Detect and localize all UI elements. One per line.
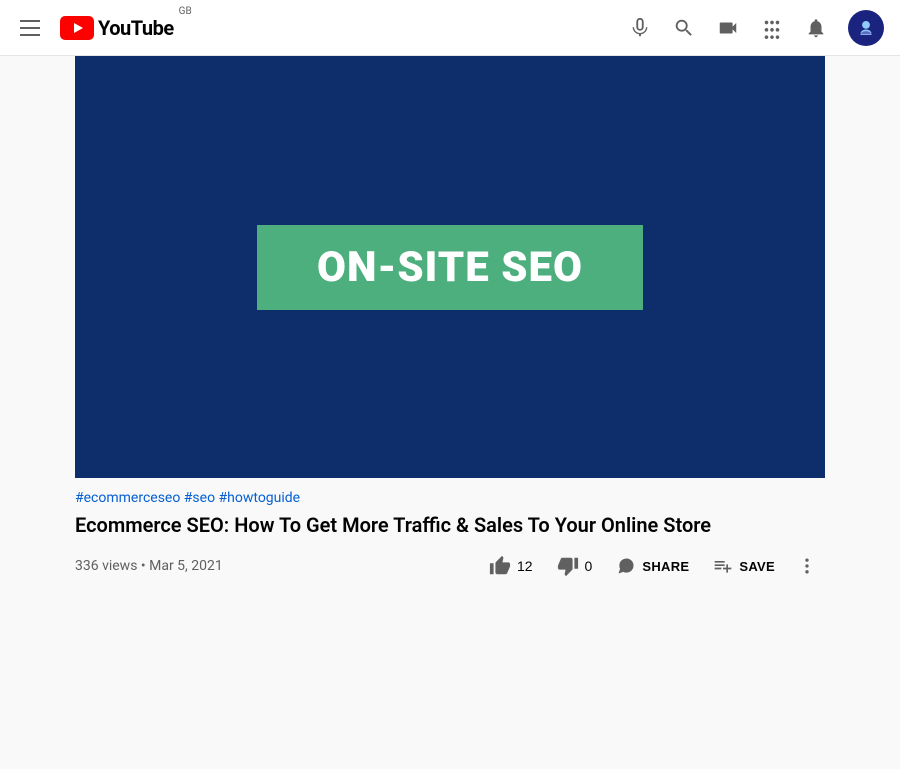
user-avatar[interactable] [848, 10, 884, 46]
save-label: SAVE [739, 559, 775, 574]
microphone-icon[interactable] [628, 16, 652, 40]
like-button[interactable]: 12 [479, 549, 543, 583]
share-label: SHARE [642, 559, 689, 574]
country-badge: GB [179, 6, 192, 17]
video-player[interactable]: ON-SITE SEO [75, 56, 825, 478]
dislike-button[interactable]: 0 [547, 549, 603, 583]
main-content: ON-SITE SEO #ecommerceseo #seo #howtogui… [0, 56, 900, 584]
header: YouTube GB [0, 0, 900, 56]
more-options-button[interactable] [789, 548, 825, 584]
video-banner-text: ON-SITE SEO [317, 243, 583, 292]
video-title: Ecommerce SEO: How To Get More Traffic &… [75, 512, 825, 538]
video-tags[interactable]: #ecommerceseo #seo #howtoguide [75, 490, 825, 506]
like-count: 12 [517, 558, 533, 574]
video-stats: 336 views • Mar 5, 2021 [75, 558, 223, 574]
save-button[interactable]: SAVE [703, 550, 785, 582]
youtube-logo-icon [60, 16, 94, 40]
video-meta-row: 336 views • Mar 5, 2021 12 0 [75, 548, 825, 584]
hamburger-menu-button[interactable] [16, 16, 44, 40]
create-video-icon[interactable] [716, 16, 740, 40]
header-left: YouTube GB [16, 16, 192, 40]
notifications-icon[interactable] [804, 16, 828, 40]
video-actions: 12 0 SHARE [479, 548, 825, 584]
video-thumbnail-banner: ON-SITE SEO [257, 225, 643, 310]
video-info: #ecommerceseo #seo #howtoguide Ecommerce… [75, 478, 825, 584]
share-button[interactable]: SHARE [606, 550, 699, 582]
youtube-logo[interactable]: YouTube GB [60, 16, 192, 40]
youtube-text: YouTube [98, 16, 174, 40]
search-icon[interactable] [672, 16, 696, 40]
apps-grid-icon[interactable] [760, 16, 784, 40]
dislike-count: 0 [585, 558, 593, 574]
header-right [628, 10, 884, 46]
